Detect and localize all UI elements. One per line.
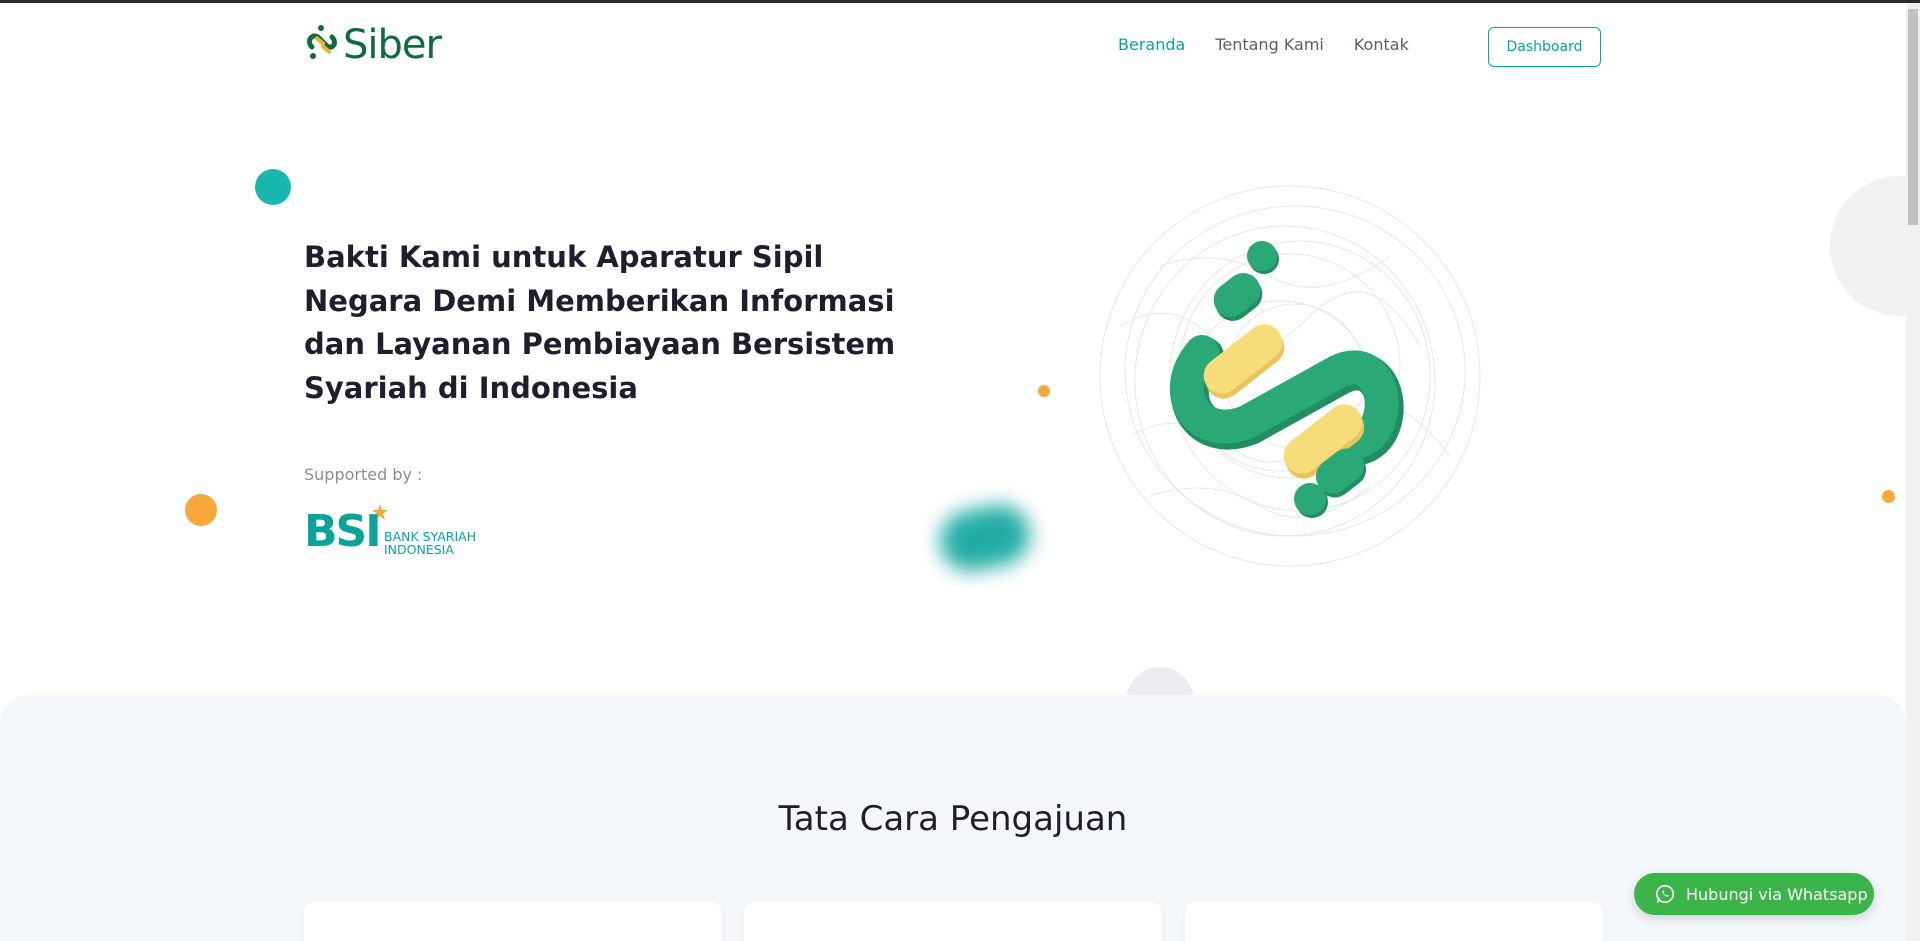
main-nav: Beranda Tentang Kami Kontak xyxy=(1118,35,1409,54)
brand-name: Siber xyxy=(343,22,442,68)
procedure-card-3[interactable] xyxy=(1185,902,1603,941)
bsi-abbr: BSI xyxy=(304,506,382,557)
dashboard-button[interactable]: Dashboard xyxy=(1488,27,1601,67)
procedure-title: Tata Cara Pengajuan xyxy=(778,799,1128,839)
supported-by-label: Supported by : xyxy=(304,465,423,484)
nav-item-tentang-kami[interactable]: Tentang Kami xyxy=(1215,35,1324,54)
whatsapp-icon xyxy=(1655,884,1675,904)
procedure-card-2[interactable] xyxy=(744,902,1162,941)
teal-decor-dot xyxy=(255,169,291,205)
whatsapp-button-label: Hubungi via Whatsapp xyxy=(1686,884,1868,904)
page-scrollbar[interactable] xyxy=(1906,3,1920,941)
procedure-card-1[interactable] xyxy=(304,902,722,941)
brand-logo[interactable]: Siber xyxy=(304,22,442,68)
nav-item-kontak[interactable]: Kontak xyxy=(1354,35,1409,54)
whatsapp-contact-button[interactable]: Hubungi via Whatsapp xyxy=(1634,873,1874,915)
teal-blur-blob xyxy=(934,499,1036,577)
small-orange-dot-right xyxy=(1882,490,1895,503)
bsi-logo: BSI BANK SYARIAH INDONESIA xyxy=(304,500,504,560)
siber-hero-illustration xyxy=(1099,185,1481,567)
bsi-line-2: INDONESIA xyxy=(384,542,454,557)
small-orange-dot xyxy=(1038,385,1050,397)
orange-decor-dot xyxy=(185,494,217,526)
scrollbar-thumb[interactable] xyxy=(1908,9,1918,225)
procedure-section: Tata Cara Pengajuan xyxy=(0,695,1906,941)
site-header: Siber Beranda Tentang Kami Kontak Dashbo… xyxy=(0,3,1906,83)
hero-title: Bakti Kami untuk Aparatur Sipil Negara D… xyxy=(304,240,896,405)
nav-item-beranda[interactable]: Beranda xyxy=(1118,35,1185,54)
siber-logo-icon xyxy=(307,25,337,59)
